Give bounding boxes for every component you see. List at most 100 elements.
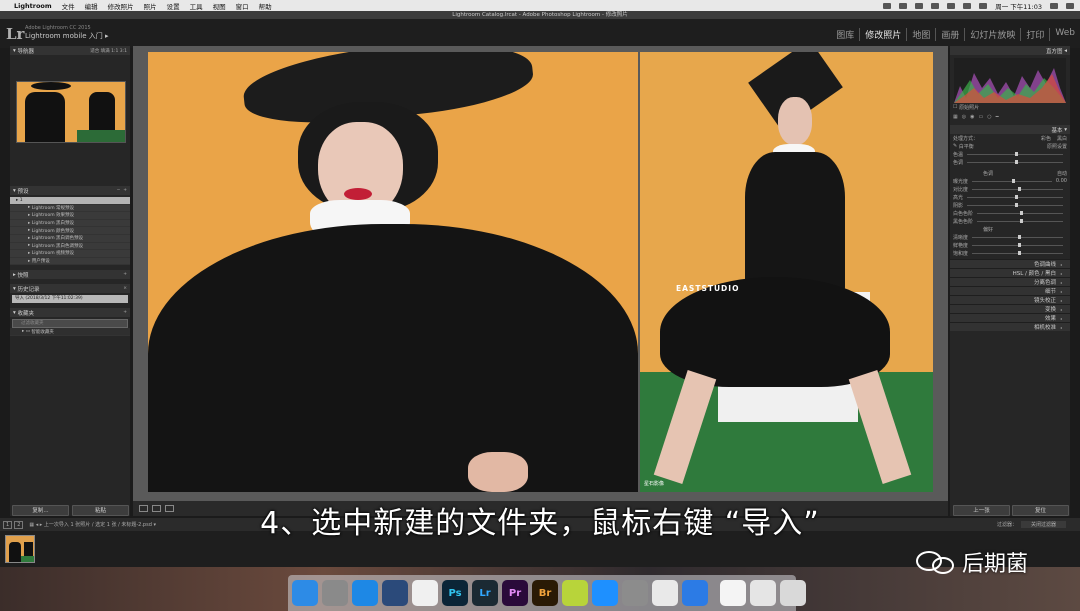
navigator-preview[interactable] <box>16 81 126 143</box>
right-panel-toggle[interactable] <box>1071 52 1079 522</box>
treatment-color-button[interactable]: 彩色 <box>1041 135 1051 142</box>
menu-photo[interactable]: 照片 <box>144 1 157 11</box>
dock-premiere-icon[interactable]: Pr <box>502 580 528 606</box>
crop-tool-icon[interactable]: ▦ <box>953 114 958 120</box>
contrast-slider-row[interactable]: 对比度 <box>950 185 1070 193</box>
photo-canvas[interactable]: EASTSTUDIO 星石影像 <box>133 46 948 501</box>
clarity-slider[interactable] <box>972 235 1063 239</box>
dock-system-preferences-icon[interactable] <box>622 580 648 606</box>
search-icon[interactable] <box>1050 2 1058 9</box>
menu-app-name[interactable]: Lightroom <box>14 2 52 10</box>
module-slideshow[interactable]: 幻灯片放映 <box>965 28 1022 41</box>
blacks-slider-row[interactable]: 黑色色阶 <box>950 217 1070 225</box>
dock-launchpad-icon[interactable] <box>322 580 348 606</box>
presets-header[interactable]: ▾ 预设 − + <box>10 186 130 195</box>
basic-header[interactable]: 基本 ▾ <box>950 125 1070 134</box>
vibrance-slider-row[interactable]: 鲜艳度 <box>950 241 1070 249</box>
contrast-slider[interactable] <box>972 187 1063 191</box>
module-library[interactable]: 图库 <box>831 28 861 41</box>
menubar-clock[interactable]: 周一 下午11:03 <box>995 1 1042 11</box>
highlights-slider-row[interactable]: 高光 <box>950 193 1070 201</box>
section-transform[interactable]: 变换 ◂ <box>950 304 1070 313</box>
preset-folder[interactable]: ▸ Lightroom 黑白预设 <box>10 220 130 228</box>
menu-help[interactable]: 帮助 <box>259 1 272 11</box>
section-detail[interactable]: 细节 ◂ <box>950 286 1070 295</box>
shadows-slider-row[interactable]: 阴影 <box>950 201 1070 209</box>
dock-photoshop-icon[interactable]: Ps <box>442 580 468 606</box>
module-book[interactable]: 画册 <box>936 28 966 41</box>
radial-filter-icon[interactable]: ○ <box>987 114 991 120</box>
dock-safari-icon[interactable] <box>352 580 378 606</box>
preset-folder[interactable]: ▸ Lightroom 效果预设 <box>10 212 130 220</box>
shadows-slider[interactable] <box>967 203 1063 207</box>
spot-removal-icon[interactable]: ◎ <box>962 114 966 120</box>
dock-bridge-icon[interactable]: Br <box>532 580 558 606</box>
graduated-filter-icon[interactable]: ▭ <box>978 114 983 120</box>
clear-history-icon[interactable]: × <box>123 286 127 291</box>
red-eye-icon[interactable]: ◉ <box>970 114 974 120</box>
smart-collection-item[interactable]: ▸ ▭ 智能收藏夹 <box>10 328 130 336</box>
menu-file[interactable]: 文件 <box>62 1 75 11</box>
history-header[interactable]: ▾ 历史记录 × <box>10 284 130 294</box>
navigator-zoom-options[interactable]: 适合 填满 1:1 3:1 <box>90 48 127 54</box>
dock-app-lime-icon[interactable] <box>562 580 588 606</box>
add-preset-icon[interactable]: − + <box>117 188 127 193</box>
wifi-icon[interactable] <box>931 2 940 9</box>
vibrance-slider[interactable] <box>972 243 1063 247</box>
original-photo-check[interactable]: ☐ 原始照片 <box>950 103 1070 111</box>
dock-qq-icon[interactable] <box>652 580 678 606</box>
navigator-header[interactable]: ▾ 导航器 适合 填满 1:1 3:1 <box>10 46 130 55</box>
clarity-slider-row[interactable]: 清晰度 <box>950 233 1070 241</box>
temp-slider-row[interactable]: 色温 <box>950 150 1070 158</box>
preset-folder[interactable]: ▸ Lightroom 黑白调色预设 <box>10 235 130 243</box>
menu-view[interactable]: 视图 <box>213 1 226 11</box>
volume-icon[interactable] <box>947 2 956 9</box>
dock-documents-icon[interactable] <box>750 580 776 606</box>
adjustment-brush-icon[interactable]: ━ <box>996 114 999 120</box>
whites-slider[interactable] <box>977 211 1063 215</box>
section-tone-curve[interactable]: 色调曲线 ◂ <box>950 259 1070 268</box>
saturation-slider[interactable] <box>972 251 1063 255</box>
menu-tools[interactable]: 工具 <box>190 1 203 11</box>
blacks-slider[interactable] <box>977 219 1063 223</box>
dock-lightroom-icon[interactable]: Lr <box>472 580 498 606</box>
dock-trash-icon[interactable] <box>780 580 806 606</box>
dock-app-store-icon[interactable] <box>592 580 618 606</box>
module-develop[interactable]: 修改照片 <box>860 28 908 41</box>
dock-quicktime-icon[interactable] <box>382 580 408 606</box>
tint-slider[interactable] <box>967 160 1063 164</box>
tone-auto-button[interactable]: 自动 <box>1057 170 1067 177</box>
dock-photos-icon[interactable] <box>412 580 438 606</box>
add-collection-icon[interactable]: + <box>123 310 127 315</box>
exposure-slider[interactable] <box>972 179 1052 183</box>
preset-folder[interactable]: ▸ Lightroom 颜色预设 <box>10 227 130 235</box>
section-effects[interactable]: 效果 ◂ <box>950 313 1070 322</box>
dock-finder-icon[interactable] <box>292 580 318 606</box>
histogram[interactable] <box>954 58 1066 103</box>
preset-folder[interactable]: ▸ Lightroom 常规预设 <box>10 205 130 213</box>
temp-slider[interactable] <box>967 152 1063 156</box>
exposure-slider-row[interactable]: 曝光度 0.00 <box>950 177 1070 185</box>
white-balance-select[interactable]: 原照设置 <box>1047 143 1067 150</box>
treatment-bw-button[interactable]: 黑白 <box>1057 135 1067 142</box>
preset-folder-user[interactable]: ▸ 1 <box>10 197 130 205</box>
menu-settings[interactable]: 设置 <box>167 1 180 11</box>
section-hsl[interactable]: HSL / 颜色 / 黑白 ◂ <box>950 268 1070 277</box>
module-map[interactable]: 地图 <box>907 28 937 41</box>
qq-status-icon[interactable] <box>899 2 908 9</box>
section-lens-corrections[interactable]: 镜头校正 ◂ <box>950 295 1070 304</box>
histogram-header[interactable]: 直方图 ◂ <box>950 46 1070 55</box>
highlights-slider[interactable] <box>967 195 1063 199</box>
section-camera-calibration[interactable]: 相机校准 ◂ <box>950 322 1070 331</box>
snapshots-header[interactable]: ▸ 快照 + <box>10 270 130 280</box>
menu-edit[interactable]: 编辑 <box>85 1 98 11</box>
section-split-toning[interactable]: 分离色调 ◂ <box>950 277 1070 286</box>
battery-icon[interactable] <box>963 2 972 9</box>
left-panel-toggle[interactable] <box>1 52 9 522</box>
cloud-status-icon[interactable] <box>915 2 924 9</box>
notification-icon[interactable] <box>1066 2 1074 9</box>
tint-slider-row[interactable]: 色调 <box>950 158 1070 166</box>
input-method-icon[interactable] <box>979 2 988 9</box>
preset-folder[interactable]: ▸ Lightroom 黑白色调预设 <box>10 243 130 251</box>
history-step[interactable]: 导入 (2018/3/12 下午11:02:39) <box>12 295 128 304</box>
